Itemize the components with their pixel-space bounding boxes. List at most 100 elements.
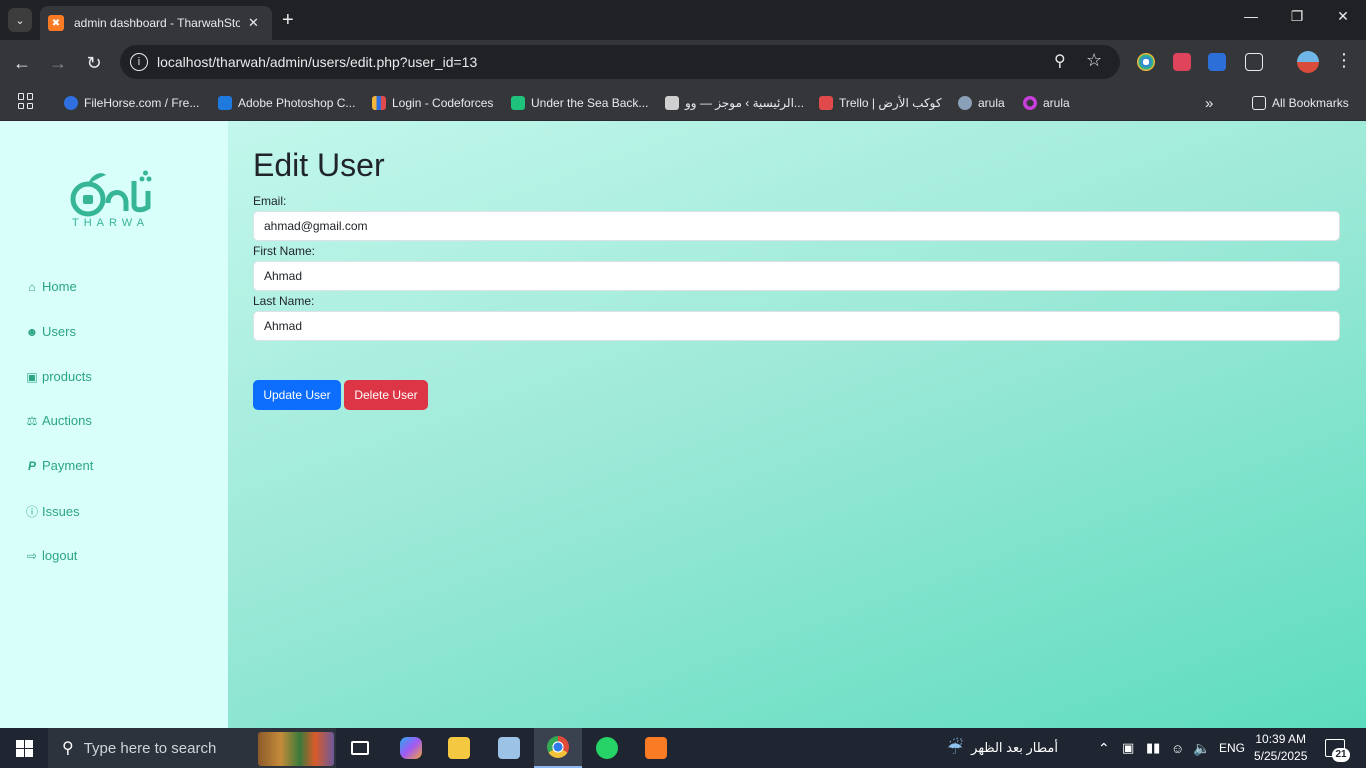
all-bookmarks[interactable]: All Bookmarks xyxy=(1252,93,1349,113)
logout-icon: ⇨ xyxy=(26,548,38,563)
minimize-icon[interactable]: — xyxy=(1236,8,1266,24)
auction-icon: ⚖ xyxy=(26,413,38,428)
task-view-icon[interactable] xyxy=(336,728,384,768)
control-panel-icon[interactable] xyxy=(485,728,533,768)
wifi-icon[interactable]: ☺ xyxy=(1171,728,1184,768)
copilot-icon[interactable] xyxy=(387,728,435,768)
sidebar-item-label: Auctions xyxy=(42,413,92,428)
last-name-label: Last Name: xyxy=(253,294,315,308)
bookmark-item[interactable]: الرئيسية › موجز — وو... xyxy=(665,93,804,113)
restore-icon[interactable]: ❐ xyxy=(1282,8,1312,25)
bookmark-item[interactable]: Under the Sea Back... xyxy=(511,93,648,113)
xampp-icon: ✖ xyxy=(48,15,64,31)
bookmark-item[interactable]: FileHorse.com / Fre... xyxy=(64,93,199,113)
volume-icon[interactable]: 🔈 xyxy=(1193,728,1210,768)
first-name-label: First Name: xyxy=(253,244,316,258)
link-icon xyxy=(218,96,232,110)
reload-icon[interactable]: ↻ xyxy=(82,52,106,74)
window-close-icon[interactable]: ✕ xyxy=(1328,8,1358,25)
address-bar[interactable]: i localhost/tharwah/admin/users/edit.php… xyxy=(120,45,1120,79)
sidebar-item-payment[interactable]: P Payment xyxy=(25,458,93,473)
filehorse-icon xyxy=(64,96,78,110)
file-explorer-icon[interactable] xyxy=(435,728,483,768)
clock-time: 10:39 AM xyxy=(1255,732,1307,746)
whatsapp-icon[interactable] xyxy=(583,728,631,768)
email-field[interactable] xyxy=(253,211,1340,241)
bookmark-item[interactable]: Adobe Photoshop C... xyxy=(218,93,355,113)
browser-toolbar: ← → ↻ i localhost/tharwah/admin/users/ed… xyxy=(0,40,1366,86)
page-icon xyxy=(665,96,679,110)
delete-user-button[interactable]: Delete User xyxy=(344,380,428,410)
sidebar-item-label: Issues xyxy=(42,504,80,519)
meet-now-icon[interactable]: ▣ xyxy=(1122,728,1134,768)
windows-start-icon[interactable] xyxy=(16,740,33,757)
sidebar-item-logout[interactable]: ⇨ logout xyxy=(25,548,77,563)
gear-icon xyxy=(958,96,972,110)
xampp-icon[interactable] xyxy=(632,728,680,768)
system-clock[interactable]: 10:39 AM 5/25/2025 xyxy=(1254,731,1307,765)
page-content: THARWA ⌂ Home ☻ Users ▣ products ⚖ Aucti… xyxy=(0,121,1366,728)
address-url[interactable]: localhost/tharwah/admin/users/edit.php?u… xyxy=(157,54,477,70)
clock-date: 5/25/2025 xyxy=(1254,749,1308,763)
last-name-field[interactable] xyxy=(253,311,1340,341)
new-tab-plus-icon[interactable]: + xyxy=(282,8,294,32)
extension-icon-1[interactable] xyxy=(1137,53,1155,71)
users-icon: ☻ xyxy=(25,324,39,339)
sidebar-item-label: logout xyxy=(42,548,78,563)
tab-search-chevron-icon[interactable]: ⌄ xyxy=(8,8,32,32)
back-arrow-icon[interactable]: ← xyxy=(10,52,34,74)
sidebar-item-label: Home xyxy=(42,279,77,294)
browser-tab-active[interactable]: ✖ admin dashboard - TharwahStore ✕ xyxy=(40,6,272,40)
extensions-puzzle-icon[interactable] xyxy=(1245,53,1263,71)
sidebar-item-label: products xyxy=(42,369,92,384)
update-user-button[interactable]: Update User xyxy=(253,380,341,410)
apps-grid-icon[interactable] xyxy=(18,93,34,109)
tab-title: admin dashboard - TharwahStore xyxy=(74,16,240,30)
sidebar-item-home[interactable]: ⌂ Home xyxy=(25,279,77,294)
language-indicator[interactable]: ENG xyxy=(1219,728,1245,768)
trello-icon xyxy=(819,96,833,110)
search-icon[interactable]: ⚲ xyxy=(1054,51,1066,71)
sidebar-item-auctions[interactable]: ⚖ Auctions xyxy=(25,413,92,428)
forward-arrow-icon[interactable]: → xyxy=(46,52,70,74)
browser-menu-icon[interactable]: ⋮ xyxy=(1335,50,1353,71)
tab-close-icon[interactable]: ✕ xyxy=(248,15,259,31)
email-label: Email: xyxy=(253,194,287,208)
bookmarks-bar: FileHorse.com / Fre... Adobe Photoshop C… xyxy=(0,86,1366,121)
bookmark-item[interactable]: Login - Codeforces xyxy=(372,93,493,113)
taskbar-search-placeholder: Type here to search xyxy=(83,739,217,757)
search-icon: ⚲ xyxy=(62,740,74,757)
first-name-field[interactable] xyxy=(253,261,1340,291)
folder-icon xyxy=(1252,96,1266,110)
sidebar-item-label: Payment xyxy=(42,458,94,473)
question-circle-icon: ⓘ xyxy=(25,505,38,519)
page-title: Edit User xyxy=(253,147,385,183)
sidebar-item-issues[interactable]: ⓘ Issues xyxy=(25,503,80,520)
extension-icon-2[interactable] xyxy=(1173,53,1191,71)
sidebar-item-label: Users xyxy=(42,324,76,339)
circle-icon xyxy=(1023,96,1037,110)
sidebar-item-users[interactable]: ☻ Users xyxy=(25,324,76,339)
search-highlight-image[interactable] xyxy=(258,732,334,766)
battery-icon[interactable]: ▮▮ xyxy=(1146,728,1160,768)
site-info-icon[interactable]: i xyxy=(130,53,148,71)
bookmark-star-icon[interactable]: ☆ xyxy=(1086,50,1102,71)
notification-count-badge: 21 xyxy=(1332,748,1350,762)
bookmark-item[interactable]: Trello | كوكب الأرض xyxy=(819,93,942,113)
paypal-icon: P xyxy=(27,458,36,473)
bookmark-item[interactable]: arula xyxy=(1023,93,1070,113)
weather-widget[interactable]: ☔ أمطار بعد الظهر xyxy=(947,728,1058,768)
browser-tab-strip: ⌄ ✖ admin dashboard - TharwahStore ✕ + —… xyxy=(0,0,1366,40)
extension-icon-3[interactable] xyxy=(1208,53,1226,71)
profile-avatar[interactable] xyxy=(1297,51,1319,73)
windows-taskbar: ⚲ Type here to search ☔ أمطار بعد الظهر … xyxy=(0,728,1366,768)
codeforces-icon xyxy=(372,96,386,110)
bookmark-item[interactable]: arula xyxy=(958,93,1005,113)
logo-wordmark: THARWA xyxy=(72,217,150,229)
chrome-taskbar-icon[interactable] xyxy=(534,728,582,768)
show-hidden-icons-chevron[interactable]: ⌃ xyxy=(1098,728,1110,768)
umbrella-rain-icon: ☔ xyxy=(947,737,964,758)
sidebar-item-products[interactable]: ▣ products xyxy=(25,369,92,384)
more-bookmarks-icon[interactable]: » xyxy=(1205,93,1213,113)
main-content: Edit User Email: First Name: Last Name: … xyxy=(228,121,1366,728)
